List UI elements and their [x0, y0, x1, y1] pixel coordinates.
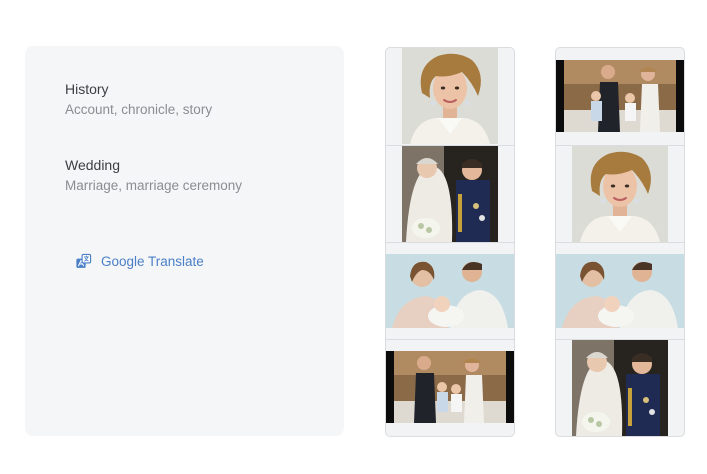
family-group-image [556, 60, 684, 132]
image-strip-left [385, 47, 515, 437]
image-thumbnail-family-group[interactable] [556, 48, 684, 144]
family-baby-image [386, 254, 514, 328]
image-strip-right [555, 47, 685, 437]
family-baby-image [556, 254, 684, 328]
image-thumbnail-portrait[interactable] [556, 145, 684, 242]
definition-synonyms: Marriage, marriage ceremony [65, 178, 243, 193]
definition-word: Wedding [65, 157, 121, 173]
page: History Account, chronicle, story Weddin… [0, 0, 707, 474]
wedding-image [402, 146, 498, 242]
translate-icon [76, 253, 92, 268]
google-translate-link[interactable]: Google Translate [75, 253, 204, 270]
wedding-image [572, 340, 668, 436]
portrait-image [402, 48, 498, 144]
definition-synonyms: Account, chronicle, story [65, 102, 213, 117]
image-thumbnail-family-baby[interactable] [386, 242, 514, 339]
google-translate-label: Google Translate [101, 254, 204, 269]
image-thumbnail-wedding[interactable] [556, 339, 684, 436]
definition-word: History [65, 81, 109, 97]
definitions-panel: History Account, chronicle, story Weddin… [25, 46, 344, 436]
image-thumbnail-family-baby[interactable] [556, 242, 684, 339]
definition-item[interactable]: Wedding Marriage, marriage ceremony [65, 156, 242, 195]
portrait-image [572, 146, 668, 242]
image-thumbnail-portrait[interactable] [386, 48, 514, 144]
image-thumbnail-family-group[interactable] [386, 339, 514, 436]
definition-item[interactable]: History Account, chronicle, story [65, 80, 212, 119]
family-group-image [386, 351, 514, 423]
image-thumbnail-wedding[interactable] [386, 145, 514, 242]
